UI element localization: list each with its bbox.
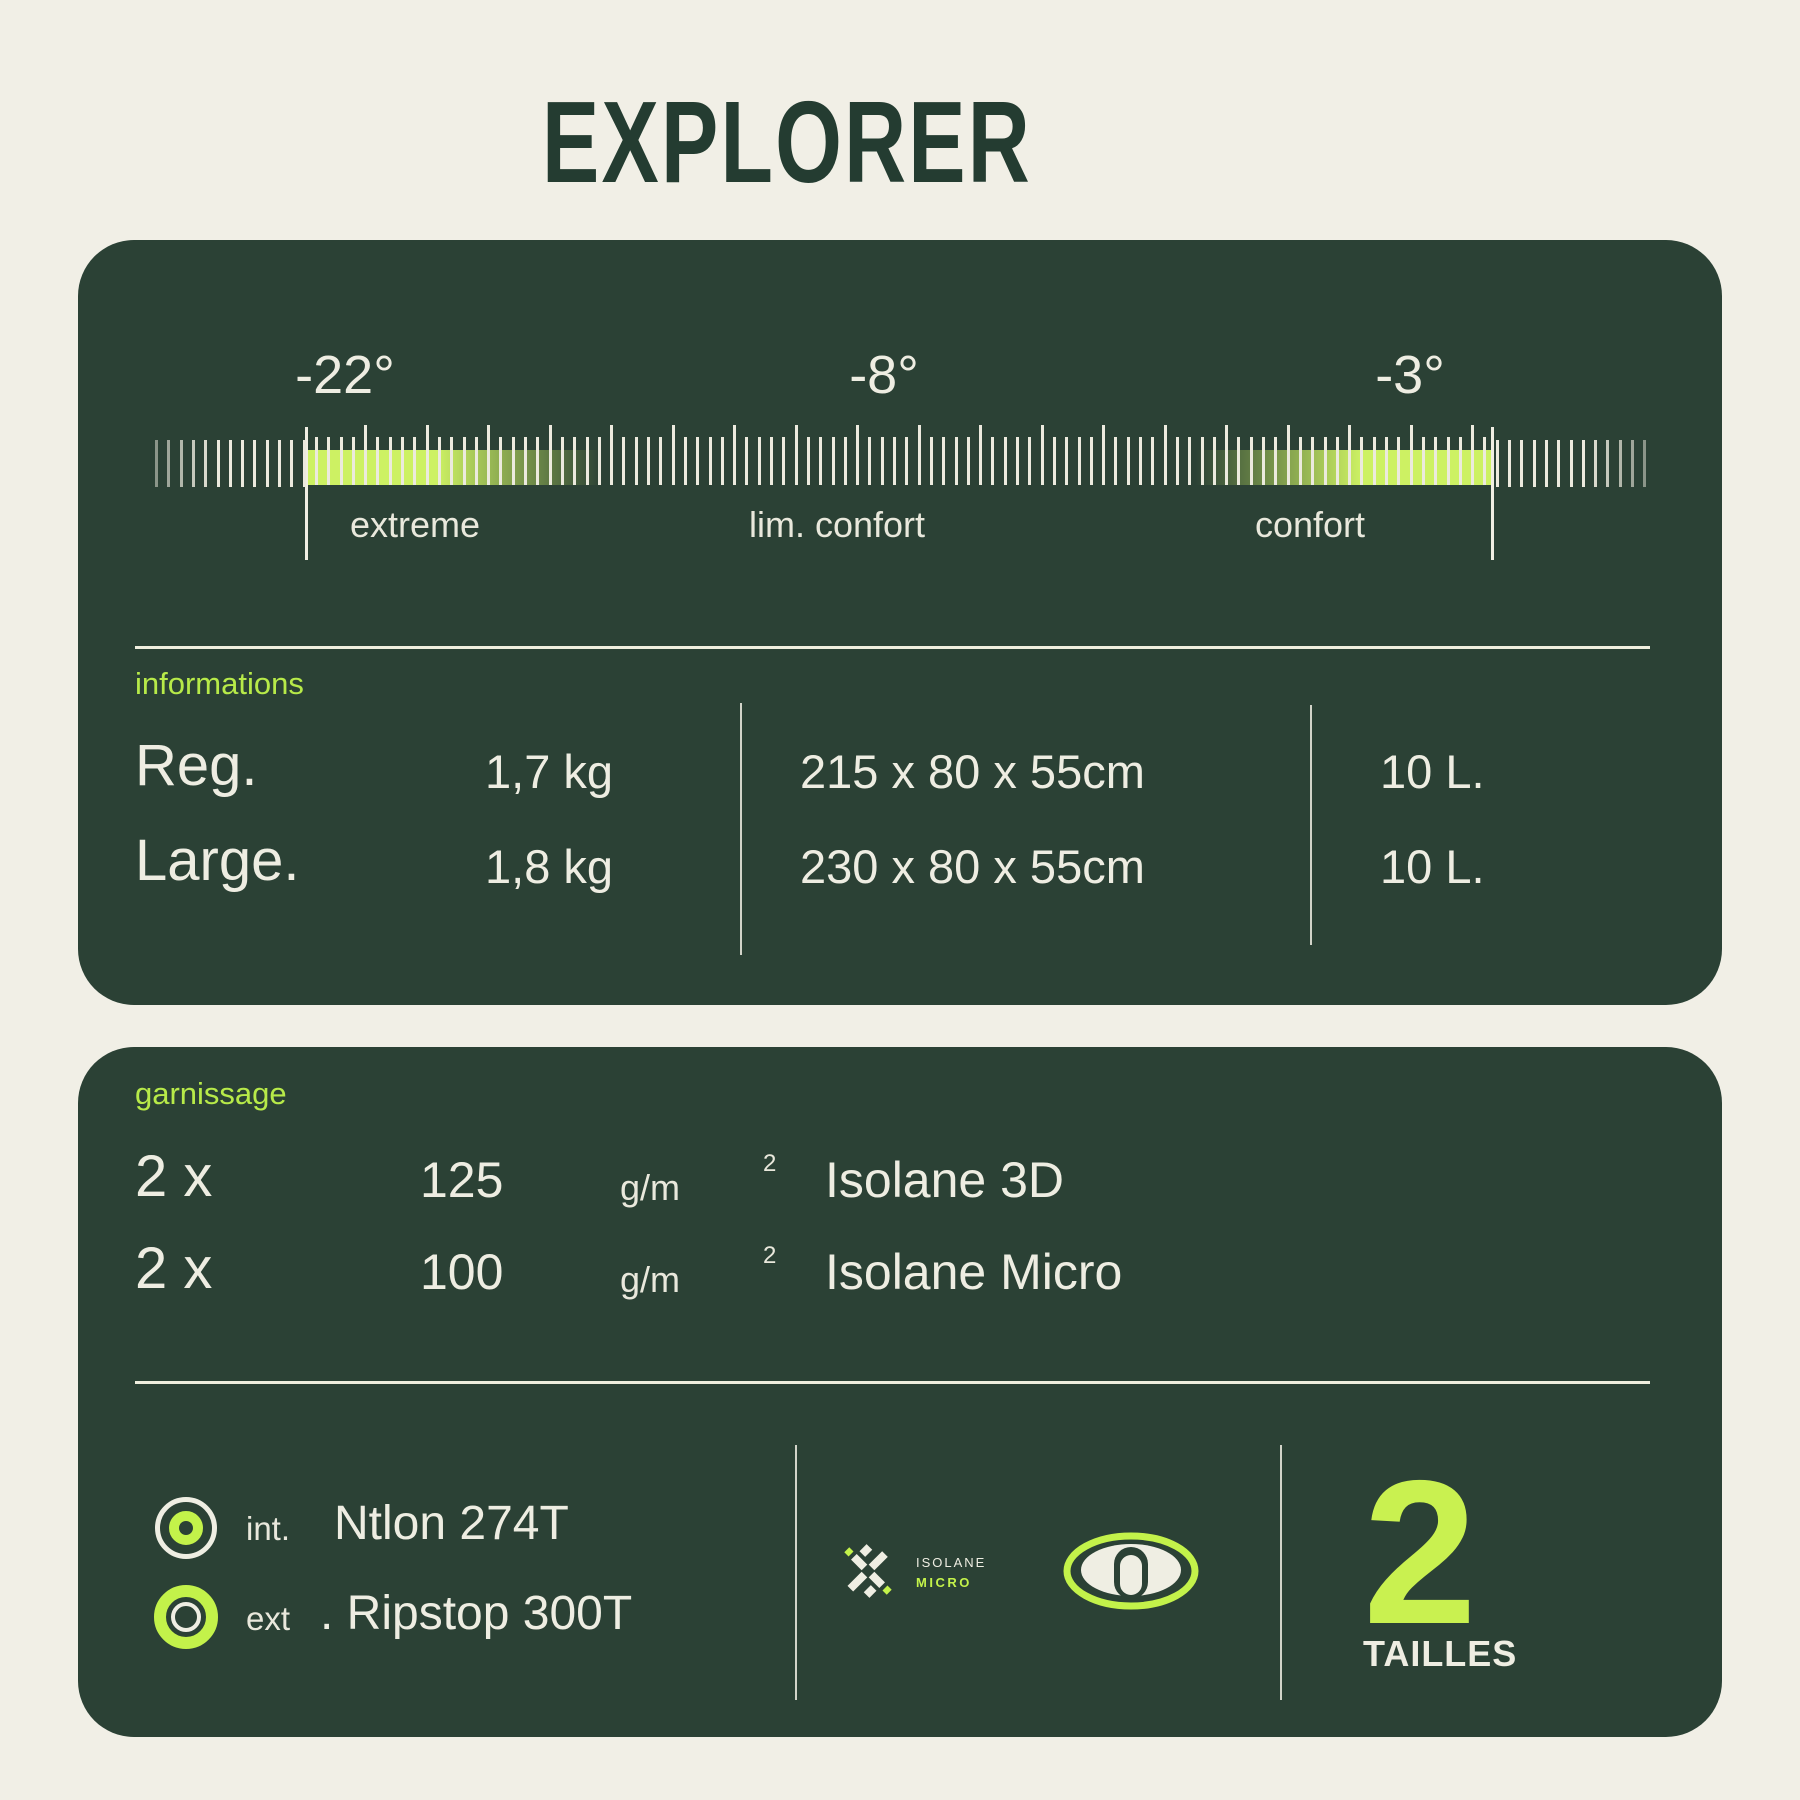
dimensions: 215 x 80 x 55cm <box>800 748 1145 795</box>
sizes-label: TAILLES <box>1363 1636 1517 1672</box>
size-name: Large. <box>135 832 299 890</box>
extreme-temperature-value: -22° <box>295 348 395 402</box>
volume: 10 L. <box>1380 748 1485 795</box>
section-divider <box>795 1445 797 1700</box>
exterior-fabric-icon-core <box>171 1602 201 1632</box>
snowflake-icon <box>836 1539 900 1603</box>
exterior-label: ext <box>246 1602 290 1635</box>
interior-label: int. <box>246 1512 290 1545</box>
zone-label-comfort: confort <box>1255 507 1365 543</box>
weight: 1,8 kg <box>485 843 613 890</box>
filling-unit-exponent: 2 <box>763 1244 776 1268</box>
separator-line <box>135 1381 1650 1384</box>
section-divider <box>1280 1445 1282 1700</box>
filling-unit: g/m <box>620 1170 680 1206</box>
filling-grammage: 100 <box>420 1247 503 1297</box>
informations-section-label: informations <box>135 668 304 699</box>
weight: 1,7 kg <box>485 748 613 795</box>
limit-temperature-value: -8° <box>849 348 919 402</box>
zone-label-limit: lim. confort <box>749 507 925 543</box>
separator-line <box>135 646 1650 649</box>
column-divider <box>1310 705 1312 945</box>
filling-material: Isolane Micro <box>825 1247 1122 1297</box>
filling-grammage: 125 <box>420 1155 503 1205</box>
exterior-fabric-value: . Ripstop 300T <box>320 1590 632 1638</box>
sleeping-bag-hood-icon <box>1061 1531 1201 1611</box>
sizes-count: 2 <box>1363 1450 1477 1655</box>
brand-variant: MICRO <box>916 1576 972 1589</box>
interior-fabric-icon-core <box>169 1511 203 1545</box>
dimensions: 230 x 80 x 55cm <box>800 843 1145 890</box>
garnissage-section-label: garnissage <box>135 1078 287 1109</box>
page-title: EXPLORER <box>542 84 1032 200</box>
zone-label-extreme: extreme <box>350 507 480 543</box>
interior-fabric-value: Ntlon 274T <box>334 1500 569 1548</box>
filling-qty: 2 x <box>135 1240 212 1298</box>
filling-unit: g/m <box>620 1262 680 1298</box>
column-divider <box>740 703 742 955</box>
volume: 10 L. <box>1380 843 1485 890</box>
filling-qty: 2 x <box>135 1148 212 1206</box>
size-name: Reg. <box>135 737 258 795</box>
brand-name: ISOLANE <box>916 1556 986 1569</box>
filling-material: Isolane 3D <box>825 1155 1064 1205</box>
filling-unit-exponent: 2 <box>763 1152 776 1176</box>
comfort-temperature-value: -3° <box>1375 348 1445 402</box>
